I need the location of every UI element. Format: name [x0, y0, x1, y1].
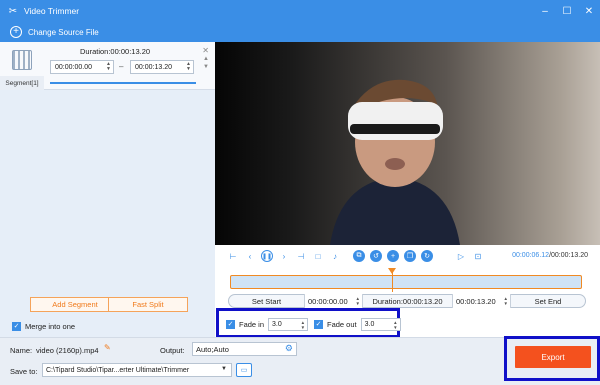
- add-segment-button[interactable]: Add Segment: [30, 297, 120, 312]
- copy-icon[interactable]: ❐: [404, 250, 416, 262]
- segment-mode-icon[interactable]: ⧉: [353, 250, 365, 262]
- name-value: video (2160p).mp4: [36, 346, 99, 355]
- current-time: 00:00:06.12: [512, 252, 550, 259]
- minimize-button[interactable]: –: [534, 0, 556, 22]
- rotate-icon[interactable]: ↻: [421, 250, 433, 262]
- close-icon[interactable]: ✕: [202, 46, 209, 55]
- fade-in-label: Fade in: [239, 320, 265, 329]
- range-dash: –: [119, 62, 124, 71]
- fade-in-input[interactable]: 3.0 ▲ ▼: [268, 318, 309, 331]
- segment-edit-bar: Set Start 00:00:00.00 ▲ ▼ Duration:00:00:…: [228, 294, 586, 308]
- fast-split-button[interactable]: Fast Split: [108, 297, 188, 312]
- spinner-icon[interactable]: ▲ ▼: [106, 62, 111, 72]
- child-vr-figure: [330, 79, 460, 245]
- end-time-value: 00:00:13.20: [456, 296, 496, 306]
- folder-icon[interactable]: ▭: [236, 363, 252, 377]
- pencil-icon[interactable]: ✎: [104, 343, 111, 352]
- merge-checkbox[interactable]: ✓: [12, 322, 21, 331]
- plus-circle-icon: +: [10, 26, 22, 38]
- skip-start-icon[interactable]: ⊢: [227, 250, 239, 262]
- play-pause-icon[interactable]: ❚❚: [261, 250, 273, 262]
- player-controls: ⊢ ‹ ❚❚ › ⊣ □ ♪ ⧉ ↺ + ❐ ↻ ▷ ⊡ 00:00:06.12…: [215, 245, 600, 267]
- next-frame-icon[interactable]: ›: [278, 250, 290, 262]
- merge-option[interactable]: ✓ Merge into one: [12, 322, 75, 331]
- segment-duration: Duration:00:00:13.20: [80, 47, 151, 56]
- fade-out-label: Fade out: [327, 320, 357, 329]
- spinner-icon[interactable]: ▲ ▼: [393, 320, 397, 330]
- video-preview[interactable]: [215, 42, 600, 245]
- fade-in-option[interactable]: ✓ Fade in 3.0 ▲ ▼: [226, 318, 309, 331]
- title-bar: ✂ Video Trimmer – ☐ ✕: [0, 0, 600, 22]
- segment-tab[interactable]: Segment[1]: [0, 76, 44, 90]
- timecode: 00:00:06.12/00:00:13.20: [512, 252, 588, 259]
- segment-end-value: 00:00:13.20: [135, 63, 172, 71]
- close-button[interactable]: ✕: [578, 0, 600, 22]
- spinner-icon[interactable]: ▲ ▼: [504, 296, 508, 306]
- chevron-down-icon[interactable]: ▼: [221, 366, 227, 372]
- saveto-label: Save to:: [10, 367, 38, 376]
- move-up-icon[interactable]: ▲: [203, 56, 209, 62]
- spinner-icon[interactable]: ▲ ▼: [301, 320, 305, 330]
- set-end-button[interactable]: Set End: [511, 294, 585, 308]
- scissors-icon: ✂: [8, 5, 18, 17]
- skip-end-icon[interactable]: ⊣: [295, 250, 307, 262]
- output-value: Auto;Auto: [196, 344, 229, 354]
- move-down-icon[interactable]: ▼: [203, 64, 209, 70]
- set-start-button[interactable]: Set Start: [229, 294, 305, 308]
- window-title: Video Trimmer: [24, 6, 80, 16]
- fade-out-checkbox[interactable]: ✓: [314, 320, 323, 329]
- fade-out-input[interactable]: 3.0 ▲ ▼: [360, 318, 401, 331]
- end-time-input[interactable]: 00:00:13.20 ▲ ▼: [453, 294, 511, 308]
- previous-frame-icon[interactable]: ‹: [244, 250, 256, 262]
- reset-icon[interactable]: ↺: [370, 250, 382, 262]
- total-time: /00:00:13.20: [549, 252, 588, 259]
- film-icon: [12, 50, 32, 70]
- segment-end-input[interactable]: 00:00:13.20 ▲ ▼: [130, 60, 194, 74]
- export-button[interactable]: Export: [515, 346, 591, 368]
- maximize-button[interactable]: ☐: [556, 0, 578, 22]
- volume-icon[interactable]: ♪: [329, 250, 341, 262]
- spinner-icon[interactable]: ▲ ▼: [186, 62, 191, 72]
- output-settings-field[interactable]: Auto;Auto ⚙: [192, 342, 297, 356]
- segment-range-bar: [50, 82, 196, 84]
- fit-range-icon[interactable]: ⊡: [472, 250, 484, 262]
- segment-start-input[interactable]: 00:00:00.00 ▲ ▼: [50, 60, 114, 74]
- gear-icon[interactable]: ⚙: [285, 343, 293, 354]
- merge-label: Merge into one: [25, 322, 76, 331]
- segment-start-value: 00:00:00.00: [55, 63, 92, 71]
- add-icon[interactable]: +: [387, 250, 399, 262]
- saveto-select[interactable]: C:\Tipard Studio\Tipar...erter Ultimate\…: [42, 363, 232, 377]
- spinner-icon[interactable]: ▲ ▼: [356, 296, 360, 306]
- fade-out-value: 3.0: [364, 321, 375, 328]
- saveto-value: C:\Tipard Studio\Tipar...erter Ultimate\…: [46, 366, 190, 374]
- edit-duration: Duration:00:00:13.20: [363, 294, 453, 308]
- stop-icon[interactable]: □: [312, 250, 324, 262]
- change-source-bar[interactable]: + Change Source File: [0, 22, 600, 42]
- fade-in-value: 3.0: [272, 321, 282, 328]
- start-time-value: 00:00:00.00: [308, 296, 348, 306]
- play-range-icon[interactable]: ▷: [455, 250, 467, 262]
- timeline-track[interactable]: [230, 275, 582, 289]
- output-label: Output:: [160, 346, 185, 355]
- window-controls: – ☐ ✕: [534, 0, 600, 22]
- segment-panel: Segment[1] Duration:00:00:13.20 00:00:00…: [0, 42, 215, 337]
- segment-card[interactable]: Segment[1] Duration:00:00:13.20 00:00:00…: [0, 42, 215, 90]
- playhead-line: [391, 270, 393, 292]
- change-source-label: Change Source File: [28, 27, 99, 37]
- start-time-input[interactable]: 00:00:00.00 ▲ ▼: [305, 294, 363, 308]
- fade-out-option[interactable]: ✓ Fade out 3.0 ▲ ▼: [314, 318, 401, 331]
- fade-in-checkbox[interactable]: ✓: [226, 320, 235, 329]
- name-label: Name:: [10, 346, 33, 355]
